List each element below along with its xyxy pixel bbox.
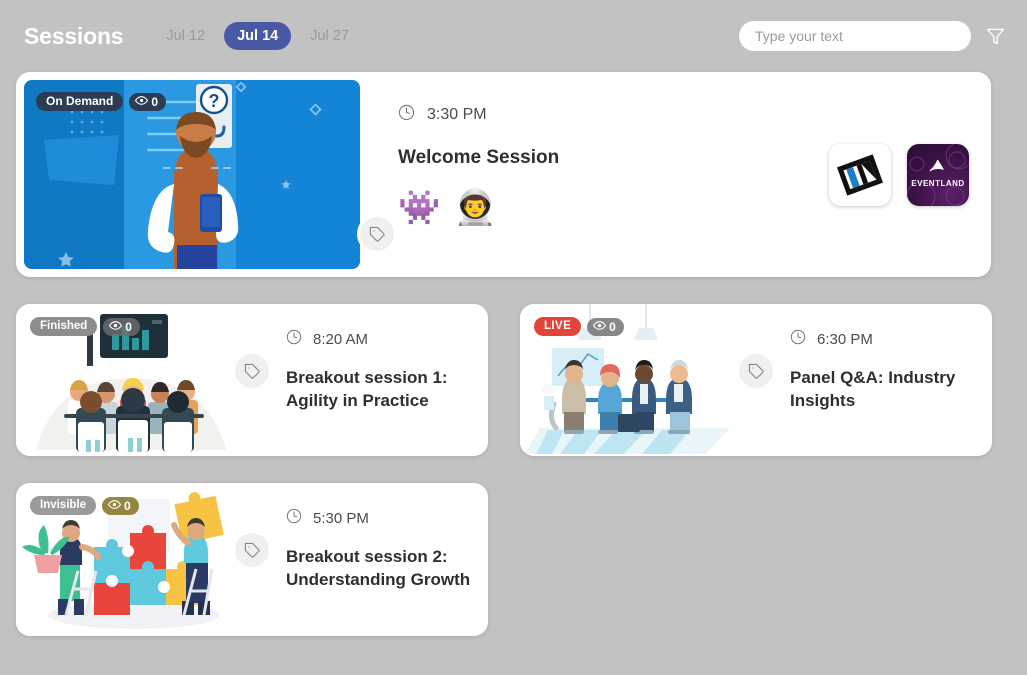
clock-icon: [398, 104, 415, 126]
view-count-value: 0: [609, 319, 616, 334]
session-time-row: 3:30 PM: [398, 104, 983, 126]
session-time-row: 5:30 PM: [286, 508, 488, 528]
sponsor-logos: EVENTLAND: [829, 143, 969, 206]
session-thumbnail: ? On Demand 0: [24, 80, 360, 269]
header-actions: [739, 21, 1005, 51]
clock-icon: [286, 508, 302, 528]
tag-icon[interactable]: [235, 533, 269, 567]
session-badges: LIVE 0: [534, 317, 624, 336]
eye-icon: [593, 320, 607, 334]
session-time-row: 6:30 PM: [790, 329, 992, 349]
eye-icon: [107, 499, 122, 513]
status-badge: LIVE: [534, 317, 582, 336]
view-count-pill: 0: [103, 317, 140, 336]
svg-text:?: ?: [209, 91, 220, 111]
session-title: Breakout session 1: Agility in Practice: [286, 368, 448, 410]
session-badges: Invisible 0: [30, 496, 139, 515]
date-tab-list: Jul 12 Jul 14 Jul 27: [153, 22, 362, 50]
session-card-welcome-session[interactable]: ? On Demand 0 3:30 PM Welcome Session 👾 …: [16, 72, 991, 277]
clock-icon: [286, 329, 302, 349]
session-card-breakout-session-1[interactable]: Finished 0 8:20 AM Breakout session 1: A…: [16, 304, 488, 456]
session-time-row: 8:20 AM: [286, 329, 488, 349]
session-badges: On Demand 0: [36, 92, 167, 111]
eye-icon: [135, 95, 149, 109]
session-time: 6:30 PM: [817, 330, 873, 348]
tag-icon[interactable]: [235, 354, 269, 388]
session-card-breakout-session-2[interactable]: Invisible 0 5:30 PM Breakout session 2: …: [16, 483, 488, 636]
date-tab-jul-14[interactable]: Jul 14: [224, 22, 292, 50]
avatar-astronaut-icon: 👨‍🚀: [454, 189, 497, 227]
session-title: Breakout session 2: Understanding Growth: [286, 547, 471, 589]
date-tab-jul-27[interactable]: Jul 27: [297, 22, 362, 50]
session-title: Welcome Session: [398, 147, 560, 168]
session-time: 8:20 AM: [313, 330, 369, 348]
session-thumbnail: Finished 0: [16, 304, 246, 456]
session-time: 3:30 PM: [427, 106, 487, 123]
status-badge: On Demand: [36, 92, 124, 111]
view-count-pill: 0: [102, 496, 139, 515]
view-count-value: 0: [125, 319, 132, 334]
session-card-panel-qa[interactable]: LIVE 0 6:30 PM Panel Q&A: Industry Insig…: [520, 304, 992, 456]
sponsor-logo-eventland[interactable]: EVENTLAND: [907, 143, 969, 206]
status-badge: Finished: [30, 317, 98, 336]
sessions-row-3: Invisible 0 5:30 PM Breakout session 2: …: [16, 483, 1011, 636]
view-count-pill: 0: [587, 317, 624, 336]
session-details: 6:30 PM Panel Q&A: Industry Insights: [750, 304, 992, 456]
eye-icon: [109, 320, 123, 334]
status-badge: Invisible: [30, 496, 97, 515]
clock-icon: [790, 329, 806, 349]
page-header: Sessions Jul 12 Jul 14 Jul 27: [0, 0, 1027, 72]
sessions-board: ? On Demand 0 3:30 PM Welcome Session 👾 …: [0, 72, 1027, 636]
session-time: 5:30 PM: [313, 509, 369, 527]
session-details: 8:20 AM Breakout session 1: Agility in P…: [246, 304, 488, 456]
session-details: 5:30 PM Breakout session 2: Understandin…: [246, 483, 488, 636]
tag-icon[interactable]: [739, 354, 773, 388]
sponsor-logo-eventland-label: EVENTLAND: [911, 178, 965, 188]
view-count-value: 0: [124, 498, 131, 513]
page-title: Sessions: [24, 22, 124, 49]
funnel-filter-icon[interactable]: [985, 26, 1005, 46]
view-count-pill: 0: [129, 92, 167, 111]
view-count-value: 0: [151, 94, 159, 109]
sessions-row-2: Finished 0 8:20 AM Breakout session 1: A…: [16, 304, 1011, 456]
session-thumbnail: LIVE 0: [520, 304, 750, 456]
search-input[interactable]: [739, 21, 971, 51]
session-thumbnail: Invisible 0: [16, 483, 246, 636]
session-title: Panel Q&A: Industry Insights: [790, 368, 956, 410]
avatar-monster-icon: 👾: [398, 189, 441, 227]
sessions-row-1: ? On Demand 0 3:30 PM Welcome Session 👾 …: [16, 72, 1011, 277]
tag-icon[interactable]: [360, 217, 394, 251]
session-badges: Finished 0: [30, 317, 140, 336]
sponsor-logo-abstract[interactable]: [829, 143, 891, 206]
date-tab-jul-12[interactable]: Jul 12: [153, 22, 218, 50]
